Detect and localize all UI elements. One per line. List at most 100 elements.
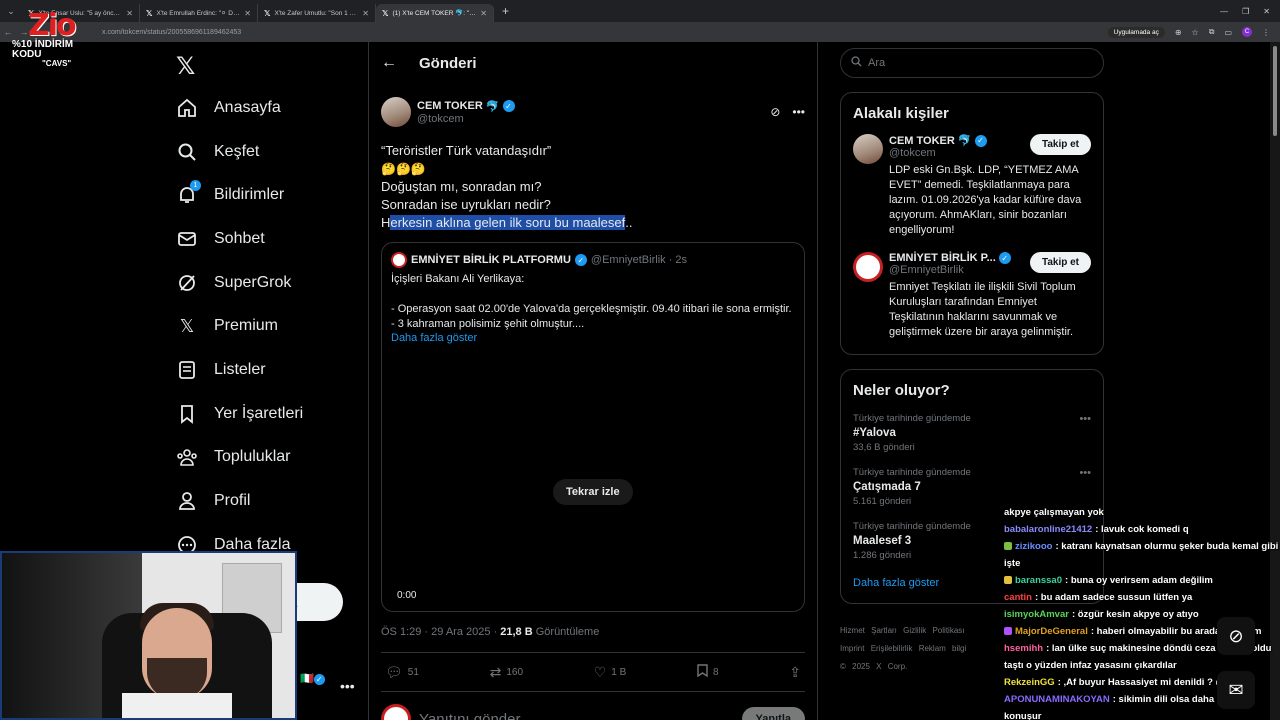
browser-tab[interactable]: 𝕏 X'te Emrullah Erdinc: "⚪ DEA ✕ [140, 4, 258, 22]
person-avatar[interactable] [853, 252, 883, 282]
nav-item-home[interactable]: Anasayfa [172, 86, 368, 130]
reply-composer: Yanıtını gönder Yanıtla [369, 692, 817, 720]
scroll-thumb[interactable] [1273, 46, 1277, 136]
quote-author-handle: @EmniyetBirlik · 2s [590, 254, 688, 266]
trend-more-icon[interactable]: ••• [1079, 413, 1091, 425]
close-window-icon[interactable]: ✕ [1263, 7, 1270, 16]
reply-icon: 💬︎ [385, 663, 403, 680]
related-people-title: Alakalı kişiler [853, 105, 949, 122]
extensions-icon[interactable]: ⧉ [1209, 27, 1215, 37]
person-bio: Emniyet Teşkilatı ile ilişkili Sivil Top… [889, 281, 1076, 338]
author-avatar[interactable] [381, 97, 411, 127]
trend-item[interactable]: Türkiye tarihinde gündemde #Yalova 33,6 … [853, 405, 1091, 459]
grok-icon [176, 272, 198, 294]
bookmark-action[interactable]: 8 [697, 664, 719, 680]
more-options-icon[interactable]: ••• [792, 105, 805, 119]
maximize-icon[interactable]: ❐ [1242, 7, 1249, 16]
grok-chat-icon[interactable]: ⊘ [1217, 617, 1255, 655]
quote-line: İçişleri Bakanı Ali Yerlikaya: [391, 273, 525, 285]
like-count: 1 B [611, 666, 627, 678]
verified-icon: ✓ [974, 134, 987, 147]
tab-close-icon[interactable]: ✕ [126, 9, 133, 18]
quoted-post[interactable]: EMNİYET BİRLİK PLATFORMU ✓ @EmniyetBirli… [381, 242, 805, 612]
trend-more-icon[interactable]: ••• [1079, 467, 1091, 479]
url-field[interactable]: x.com/tokcem/status/2005586961189462453 [102, 29, 241, 36]
replay-button[interactable]: Tekrar izle [553, 479, 633, 505]
nav-item-lists[interactable]: Listeler [172, 348, 368, 392]
repost-action[interactable]: ⇄ 160 [490, 664, 523, 681]
follow-button[interactable]: Takip et [1029, 252, 1091, 273]
tab-close-icon[interactable]: ✕ [480, 9, 487, 18]
person-name[interactable]: EMNİYET BİRLİK P... ✓ [889, 252, 1030, 264]
quote-line: - Operasyon saat 02.00'de Yalova'da gerç… [391, 303, 792, 315]
star-icon[interactable]: ☆ [1192, 28, 1199, 37]
browser-tab[interactable]: 𝕏 X'te Zafer Umutlu: "Son 1 sene ✕ [258, 4, 376, 22]
chat-text: : bu adam sadece sussun lütfen ya [1034, 592, 1193, 603]
profile-avatar[interactable]: C [1242, 27, 1252, 37]
footer-link[interactable]: Erişilebilirlik [871, 644, 913, 653]
nav-item-bookmarks[interactable]: Yer İşaretleri [172, 392, 368, 436]
window-controls: — ❐ ✕ [1220, 7, 1280, 16]
footer-link[interactable]: Hizmet Şartları [840, 626, 897, 635]
back-arrow-icon[interactable]: ← [381, 54, 397, 72]
nav-item-profile[interactable]: Profil [172, 479, 368, 523]
video-time: 0:00 [397, 590, 417, 601]
post-line: Doğuştan mı, sonradan mı? [381, 179, 542, 194]
post-timestamp[interactable]: ÖS 1:29 · 29 Ara 2025 · [381, 626, 500, 638]
person-avatar[interactable] [853, 134, 883, 164]
open-in-app-button[interactable]: Uygulamada aç [1107, 26, 1165, 38]
new-tab-button[interactable]: + [494, 4, 517, 18]
nav-item-chat[interactable]: Sohbet [172, 217, 368, 261]
bookmark-icon [697, 664, 708, 680]
minimize-icon[interactable]: — [1220, 7, 1228, 16]
person-name-text: CEM TOKER [889, 134, 955, 147]
footer-link[interactable]: Reklam bilgi [919, 644, 967, 653]
left-navigation: 𝕏 Anasayfa Keşfet 1 Bildirimler Sohbet S… [172, 42, 368, 567]
nav-item-premium[interactable]: 𝕏 Premium [172, 304, 368, 348]
user-avatar [381, 704, 411, 720]
reply-input[interactable]: Yanıtını gönder [419, 711, 742, 720]
chat-badge-icon [1004, 542, 1012, 550]
view-count: 21,8 B [500, 626, 533, 638]
person-name[interactable]: CEM TOKER 🐬 ✓ [889, 134, 1030, 147]
footer-link[interactable]: Gizlilik Politikası [903, 626, 964, 635]
tab-close-icon[interactable]: ✕ [244, 9, 251, 18]
nav-label: Premium [214, 317, 279, 335]
bookmark-count: 8 [712, 666, 719, 678]
tab-title: X'te Emrullah Erdinc: "⚪ DEA [156, 10, 241, 17]
nav-label: SuperGrok [214, 273, 292, 291]
grok-icon[interactable]: ⊘ [770, 105, 780, 119]
follow-button[interactable]: Takip et [1029, 134, 1091, 155]
zoom-icon[interactable]: ⊕ [1175, 28, 1182, 37]
browser-tab-active[interactable]: 𝕏 (1) X'te CEM TOKER 🐬: "Terör ✕ [376, 4, 494, 22]
tab-title: (1) X'te CEM TOKER 🐬: "Terör [392, 10, 477, 17]
related-person: CEM TOKER 🐬 ✓ @tokcem Takip et LDP eski Gn… [853, 134, 1091, 238]
messages-icon[interactable]: ✉ [1217, 671, 1255, 709]
reply-action[interactable]: 💬︎ 51 [385, 664, 419, 681]
reply-button[interactable]: Yanıtla [741, 707, 805, 720]
nav-item-supergrok[interactable]: SuperGrok [172, 261, 368, 305]
x-logo-icon[interactable]: 𝕏 [176, 52, 368, 86]
author-handle[interactable]: @tokcem [417, 113, 515, 125]
show-more-link[interactable]: Daha fazla göster [382, 332, 804, 344]
sidebar-icon[interactable]: ▭ [1224, 28, 1232, 37]
tab-close-icon[interactable]: ✕ [362, 9, 369, 18]
nav-item-communities[interactable]: Topluluklar [172, 436, 368, 480]
promo-code: "CAVS" [42, 59, 72, 68]
chat-text: : buna oy verirsem adam değilim [1065, 575, 1213, 586]
nav-item-notifications[interactable]: 1 Bildirimler [172, 173, 368, 217]
notification-badge: 1 [190, 180, 201, 192]
account-more-icon[interactable]: ••• [340, 678, 355, 694]
share-action[interactable]: ⇪ [789, 664, 801, 681]
nav-item-explore[interactable]: Keşfet [172, 130, 368, 174]
dolphin-emoji: 🐬 [957, 135, 972, 147]
post-line: Herkesin aklına gelen ilk soru bu maales… [381, 214, 805, 232]
browser-menu-icon[interactable]: ⋮ [1262, 28, 1270, 37]
like-action[interactable]: ♡ 1 B [594, 664, 627, 681]
footer-link[interactable]: Imprint [840, 644, 864, 653]
author-name-line[interactable]: CEM TOKER 🐬 ✓ [417, 100, 515, 113]
chat-message: cantin: bu adam sadece sussun lütfen ya [1004, 589, 1280, 606]
search-input[interactable]: Ara [840, 48, 1104, 78]
chat-username: MajorDeGeneral [1015, 626, 1088, 637]
trend-name: #Yalova [853, 427, 896, 439]
